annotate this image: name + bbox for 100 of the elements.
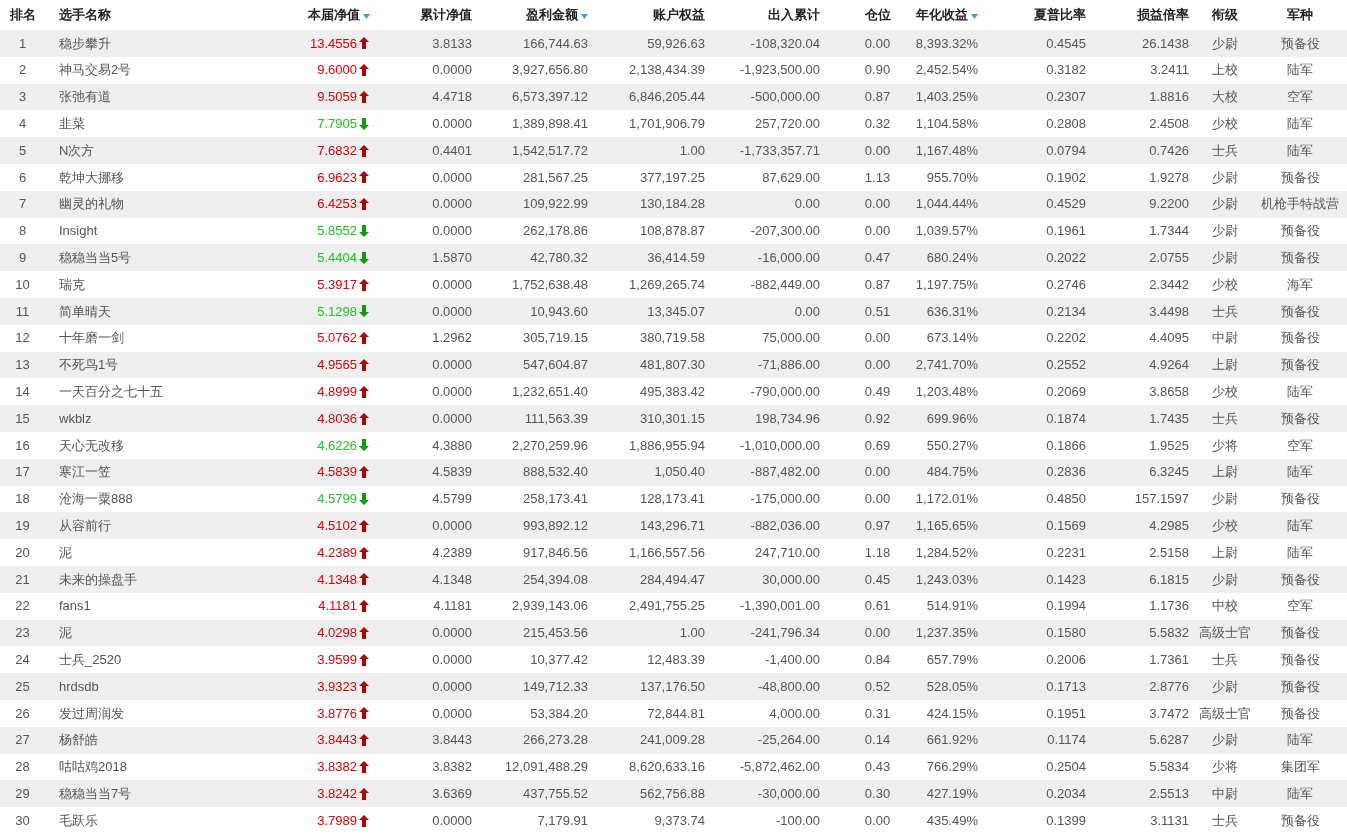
table-cell-text: 5.5832 (1149, 624, 1189, 643)
table-cell-text: 0.0000 (432, 115, 472, 134)
table-cell-text: 12,091,488.29 (504, 758, 588, 777)
table-cell-text: Insight (59, 222, 98, 241)
table-cell-text: 士兵 (1212, 811, 1238, 830)
table-cell-text: 128,173.41 (639, 490, 705, 509)
table-cell-text: 毛跃乐 (59, 811, 98, 830)
table-cell-text: 神马交易2号 (59, 61, 132, 80)
table-cell-text: 0.2307 (1046, 88, 1086, 107)
column-header: 损益倍率 (1137, 6, 1189, 25)
table-cell-text: 少校 (1212, 383, 1238, 401)
table-cell-text: 5.3917 (317, 275, 357, 294)
table-cell-text: 2,270,259.96 (512, 436, 588, 455)
table-cell-text: 0.90 (864, 61, 891, 80)
table-cell-text: 3 (18, 88, 27, 107)
table-cell-text: 4.2389 (432, 543, 472, 562)
table-cell-text: 士兵 (1212, 302, 1238, 321)
table-cell-text: 泥 (59, 624, 72, 643)
table-cell-text: 4.1181 (433, 597, 472, 616)
table-cell-text: 预备役 (1280, 677, 1320, 696)
table-cell-text: 4.1348 (432, 570, 472, 589)
table-cell-text: 109,922.99 (522, 195, 588, 214)
table-cell-text: 0.00 (864, 356, 891, 375)
table-cell-text: 2.0755 (1149, 249, 1189, 267)
table-cell-text: 预备役 (1280, 168, 1320, 187)
table-cell-text: 14 (15, 383, 30, 401)
table-cell-text: 4.9264 (1149, 356, 1189, 375)
table-cell-text: 0.3182 (1046, 61, 1086, 80)
table-cell-text: 0.1874 (1046, 409, 1086, 428)
table-cell-text: 预备役 (1280, 356, 1320, 375)
table-cell-text: 0.0000 (432, 650, 472, 669)
table-cell-text: -887,482.00 (750, 463, 820, 482)
table-cell-text: 瑞克 (59, 275, 85, 294)
table-cell-text: 3.8658 (1149, 383, 1189, 401)
table-cell-text: 陆军 (1287, 731, 1313, 750)
table-cell-text: -71,886.00 (757, 356, 820, 375)
table-cell-text: 1,269,265.74 (629, 275, 705, 294)
column-header: 夏普比率 (1034, 6, 1086, 25)
table-cell-text: -48,800.00 (757, 677, 820, 696)
table-cell-text: 1,886,955.94 (629, 436, 705, 455)
table-cell-text: 2.5513 (1149, 784, 1189, 803)
table-cell-text: 陆军 (1287, 383, 1313, 401)
table-cell-text: 284,494.47 (639, 570, 705, 589)
table-cell-text: 士兵 (1212, 650, 1238, 669)
table-cell-text: 0.0000 (432, 302, 472, 321)
table-cell-text: 4.2985 (1149, 517, 1189, 535)
table-cell-text: 6,573,397.12 (512, 88, 588, 107)
table-cell-text: 少尉 (1212, 222, 1238, 241)
table-cell-text: 377,197.25 (639, 168, 705, 187)
table-cell-text: 2,491,755.25 (629, 597, 705, 616)
table-cell-text: 上尉 (1212, 543, 1238, 562)
table-cell-text: 未来的操盘手 (59, 570, 137, 589)
table-cell-text: 0.2504 (1046, 758, 1086, 777)
table-cell-text: 发过周润发 (59, 704, 124, 723)
table-cell-text: -882,036.00 (750, 517, 820, 535)
table-cell-text: 高级士官 (1199, 704, 1251, 723)
table-cell-text: 陆军 (1287, 61, 1313, 80)
table-cell-text: 1,403.25% (915, 88, 978, 107)
table-cell-text: 0.00 (864, 811, 891, 830)
table-cell-text: 198,734.96 (754, 409, 820, 428)
table-cell-text: 3.1131 (1150, 811, 1189, 830)
table-cell-text: 预备役 (1280, 249, 1320, 267)
table-cell-text: 稳稳当当5号 (59, 249, 132, 267)
table-cell-text: 预备役 (1280, 34, 1320, 53)
table-cell-text: 2.4508 (1149, 115, 1189, 134)
table-cell-text: 集团军 (1280, 758, 1320, 777)
table-cell-text: 4.0298 (317, 624, 357, 643)
table-cell-text: 简单晴天 (59, 302, 111, 321)
table-cell-text: 9.2200 (1149, 195, 1189, 214)
table-cell-text: 53,384.20 (530, 704, 588, 723)
table-cell-text: 空军 (1287, 88, 1313, 107)
table-cell-text: 0.84 (864, 650, 891, 669)
table-cell-text: 上尉 (1212, 356, 1238, 375)
column-header[interactable]: 年化收益 (916, 5, 968, 25)
column-header[interactable]: 本届净值 (308, 5, 360, 25)
table-cell-text: 0.2808 (1046, 115, 1086, 134)
table-cell-text: 0.00 (864, 329, 891, 348)
column-header[interactable]: 盈利金额 (526, 5, 578, 25)
table-cell-text: 562,756.88 (639, 784, 705, 803)
table-cell-text: 0.00 (864, 34, 891, 53)
table-cell-text: 6,846,205.44 (629, 88, 705, 107)
table-cell-text: -5,872,462.00 (739, 758, 820, 777)
table-cell-text: 陆军 (1287, 784, 1313, 803)
table-cell-text: -1,390,001.00 (739, 597, 820, 616)
table-cell-text: 215,453.56 (522, 624, 588, 643)
table-cell-text: 0.0000 (432, 811, 472, 830)
table-cell-text: 4.5839 (432, 463, 472, 482)
table-cell-text: 23 (15, 624, 30, 643)
table-cell-text: 1,701,906.79 (629, 115, 705, 134)
table-cell-text: 韭菜 (59, 115, 85, 134)
table-cell-text: 5.4404 (317, 249, 357, 267)
table-cell-text: 149,712.33 (522, 677, 588, 696)
table-cell-text: 4.9565 (317, 356, 357, 375)
table-cell-text: 22 (15, 597, 30, 616)
table-cell-text: 3.8443 (432, 731, 472, 750)
table-cell-text: 少尉 (1212, 168, 1238, 187)
table-cell-text: 2.8776 (1149, 677, 1189, 696)
table-cell-text: -1,923,500.00 (739, 61, 820, 80)
table-cell-text: 680.24% (926, 249, 978, 267)
table-cell-text: 6 (18, 168, 27, 187)
